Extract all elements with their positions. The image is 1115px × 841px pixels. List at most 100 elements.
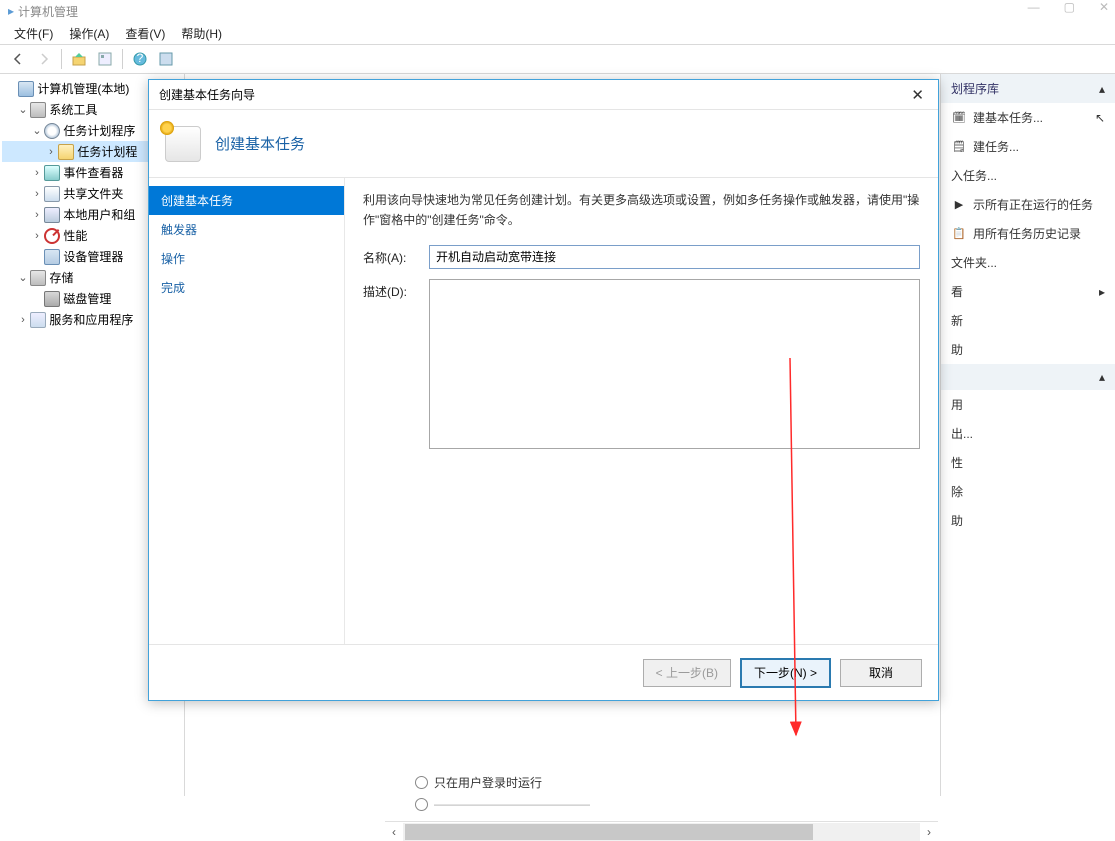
- clock-icon: [44, 123, 60, 139]
- tree-storage-label: 存储: [49, 269, 73, 286]
- wizard-description: 利用该向导快速地为常见任务创建计划。有关更多高级选项或设置，例如多任务操作或触发…: [363, 190, 920, 231]
- actions-pane: 划程序库 ▴ 🗓建基本任务...↖ 🗒建任务... 入任务... ▶示所有正在运…: [940, 74, 1115, 796]
- tree-shared-folders-label: 共享文件夹: [63, 185, 123, 202]
- action-create-basic[interactable]: 🗓建基本任务...↖: [941, 103, 1115, 132]
- actions-header[interactable]: 划程序库 ▴: [941, 74, 1115, 103]
- task-name-input[interactable]: [429, 245, 920, 269]
- action-enable-label: 用: [951, 396, 963, 413]
- scroll-left-arrow[interactable]: ‹: [385, 823, 403, 841]
- service-icon: [30, 312, 46, 328]
- app-icon: ▸: [8, 4, 14, 18]
- nav-step-create[interactable]: 创建基本任务: [149, 186, 344, 215]
- menu-file[interactable]: 文件(F): [6, 23, 61, 44]
- cancel-button[interactable]: 取消: [840, 659, 922, 687]
- back-button: < 上一步(B): [643, 659, 731, 687]
- wizard-banner-icon: [165, 126, 201, 162]
- options-panel: 只在用户登录时运行 ————————————— ‹ ›: [385, 771, 938, 841]
- dialog-title-bar[interactable]: 创建基本任务向导 ✕: [149, 80, 938, 110]
- create-basic-task-dialog: 创建基本任务向导 ✕ 创建基本任务 创建基本任务 触发器 操作 完成 利用该向导…: [148, 79, 939, 701]
- minimize-button[interactable]: —: [1028, 0, 1040, 14]
- menu-action[interactable]: 操作(A): [61, 23, 117, 44]
- action-enable[interactable]: 用: [941, 390, 1115, 419]
- collapse-arrow-icon: ▴: [1099, 82, 1105, 96]
- running-icon: ▶: [951, 197, 967, 213]
- actions-header-2[interactable]: ▴: [941, 364, 1115, 390]
- device-icon: [44, 249, 60, 265]
- separator: [122, 49, 123, 69]
- scroll-right-arrow[interactable]: ›: [920, 823, 938, 841]
- menu-view[interactable]: 查看(V): [117, 23, 173, 44]
- action-view[interactable]: 看▸: [941, 277, 1115, 306]
- chevron-right-icon: ▸: [1099, 285, 1105, 299]
- action-import-label: 入任务...: [951, 167, 997, 184]
- dialog-body: 创建基本任务 触发器 操作 完成 利用该向导快速地为常见任务创建计划。有关更多高…: [149, 178, 938, 644]
- collapse-arrow-icon: ▴: [1099, 370, 1105, 384]
- action-delete[interactable]: 除: [941, 477, 1115, 506]
- action-help[interactable]: 助: [941, 335, 1115, 364]
- folder-icon: [58, 144, 74, 160]
- maximize-button[interactable]: ▢: [1064, 0, 1075, 14]
- tree-performance-label: 性能: [63, 227, 87, 244]
- tree-root-label: 计算机管理(本地): [37, 80, 129, 97]
- radio-other[interactable]: —————————————: [385, 793, 938, 815]
- refresh-button[interactable]: [154, 47, 178, 71]
- share-icon: [44, 186, 60, 202]
- action-show-running[interactable]: ▶ 示所有正在运行的任务: [941, 190, 1115, 219]
- performance-icon: [44, 228, 60, 244]
- svg-text:?: ?: [137, 51, 144, 65]
- action-properties-label: 性: [951, 454, 963, 471]
- scroll-track[interactable]: [403, 823, 920, 841]
- action-create-task[interactable]: 🗒 建任务...: [941, 132, 1115, 161]
- tree-task-scheduler-label: 任务计划程序: [63, 122, 135, 139]
- dialog-close-button[interactable]: ✕: [907, 86, 928, 104]
- action-history[interactable]: 📋用所有任务历史记录: [941, 219, 1115, 248]
- up-button[interactable]: [67, 47, 91, 71]
- toolbar: ?: [0, 44, 1115, 74]
- properties-button[interactable]: [93, 47, 117, 71]
- tree-local-users-label: 本地用户和组: [63, 206, 135, 223]
- menu-help[interactable]: 帮助(H): [173, 23, 230, 44]
- radio-icon: [415, 776, 428, 789]
- computer-icon: [18, 81, 34, 97]
- action-show-running-label: 示所有正在运行的任务: [973, 196, 1093, 213]
- action-create-task-label: 建任务...: [973, 138, 1019, 155]
- nav-step-trigger[interactable]: 触发器: [149, 215, 344, 244]
- window-title: 计算机管理: [18, 3, 78, 20]
- close-button[interactable]: ✕: [1099, 0, 1109, 14]
- action-import[interactable]: 入任务...: [941, 161, 1115, 190]
- tree-services-apps-label: 服务和应用程序: [49, 311, 133, 328]
- action-refresh-label: 新: [951, 312, 963, 329]
- horizontal-scrollbar[interactable]: ‹ ›: [385, 821, 938, 841]
- users-icon: [44, 207, 60, 223]
- scroll-thumb[interactable]: [405, 824, 813, 840]
- action-folder-label: 文件夹...: [951, 254, 997, 271]
- dialog-banner-title: 创建基本任务: [215, 133, 305, 154]
- forward-button[interactable]: [32, 47, 56, 71]
- action-history-label: 用所有任务历史记录: [973, 225, 1081, 242]
- nav-step-action[interactable]: 操作: [149, 244, 344, 273]
- radio-login-only-label: 只在用户登录时运行: [434, 774, 542, 791]
- action-help-2[interactable]: 助: [941, 506, 1115, 535]
- title-bar: ▸ 计算机管理: [0, 0, 1115, 22]
- task-description-input[interactable]: [429, 279, 920, 449]
- action-properties[interactable]: 性: [941, 448, 1115, 477]
- wizard-nav: 创建基本任务 触发器 操作 完成: [149, 178, 345, 644]
- nav-step-finish[interactable]: 完成: [149, 273, 344, 302]
- action-folder[interactable]: 文件夹...: [941, 248, 1115, 277]
- tree-task-scheduler-library-label: 任务计划程: [77, 143, 137, 160]
- action-export[interactable]: 出...: [941, 419, 1115, 448]
- next-button[interactable]: 下一步(N) >: [741, 659, 830, 687]
- action-delete-label: 除: [951, 483, 963, 500]
- action-view-label: 看: [951, 283, 963, 300]
- help-button[interactable]: ?: [128, 47, 152, 71]
- radio-login-only[interactable]: 只在用户登录时运行: [385, 771, 938, 793]
- tools-icon: [30, 102, 46, 118]
- cursor-icon: ↖: [1095, 111, 1105, 125]
- action-export-label: 出...: [951, 425, 973, 442]
- action-refresh[interactable]: 新: [941, 306, 1115, 335]
- action-help-2-label: 助: [951, 512, 963, 529]
- back-button[interactable]: [6, 47, 30, 71]
- task-icon: 🗒: [951, 139, 967, 155]
- action-create-basic-label: 建基本任务...: [973, 109, 1043, 126]
- tree-device-manager-label: 设备管理器: [63, 248, 123, 265]
